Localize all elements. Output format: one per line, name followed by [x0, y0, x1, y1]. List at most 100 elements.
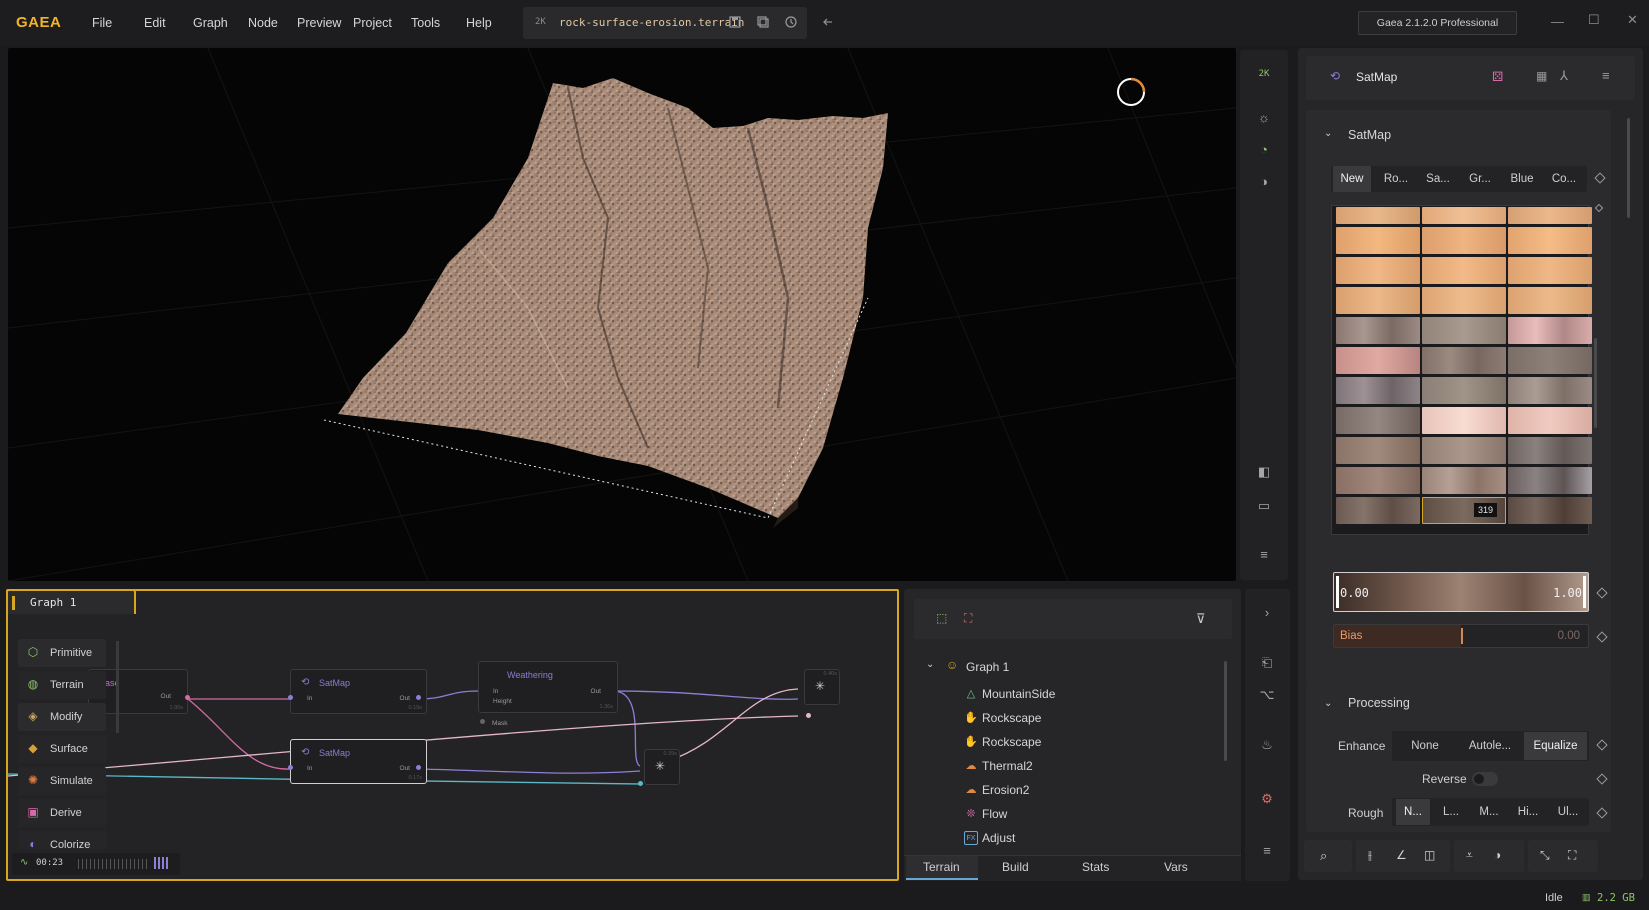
enhance-equalize[interactable]: Equalize — [1524, 732, 1587, 760]
category-color[interactable]: Co... — [1544, 166, 1584, 192]
palette-modify[interactable]: ◈ Modify — [18, 703, 106, 731]
contrast-icon[interactable]: ◑ — [1254, 172, 1274, 192]
deselect-icon[interactable]: ⛶ — [964, 611, 972, 626]
gradient-range-slider[interactable]: 0.00 1.00 — [1333, 572, 1589, 612]
close-icon[interactable]: ✕ — [1627, 12, 1638, 28]
split-view-icon[interactable]: ◧ — [1254, 462, 1274, 482]
swatch[interactable] — [1422, 317, 1506, 344]
enhance-none[interactable]: None — [1394, 732, 1456, 760]
swatch[interactable] — [1336, 497, 1420, 524]
menu-node[interactable]: Node — [248, 16, 278, 30]
swatch[interactable] — [1422, 437, 1506, 464]
tab-stats[interactable]: Stats — [1082, 860, 1109, 874]
collapse-icon[interactable]: ⤡ — [1540, 848, 1550, 863]
input-port[interactable] — [806, 713, 811, 718]
menu-icon[interactable]: ≡ — [1602, 68, 1610, 83]
outliner-menu-icon[interactable]: ≡ — [1257, 841, 1277, 861]
output-port[interactable] — [416, 765, 421, 770]
undo-icon[interactable] — [822, 15, 838, 31]
swatch[interactable] — [1336, 227, 1420, 254]
outliner-item-mountainside[interactable]: △ MountainSide — [967, 687, 1056, 701]
select-icon[interactable]: ⬚ — [936, 611, 947, 625]
reverse-toggle[interactable] — [1472, 772, 1498, 786]
file-resolution[interactable]: 2K — [535, 17, 546, 27]
swatch[interactable] — [1336, 377, 1420, 404]
category-green[interactable]: Gr... — [1460, 166, 1500, 192]
swatch[interactable] — [1508, 407, 1592, 434]
swatch[interactable] — [1508, 257, 1592, 284]
outliner-root[interactable]: Graph 1 — [966, 660, 1009, 674]
bug-icon[interactable]: ⚙ — [1257, 789, 1277, 809]
palette-terrain[interactable]: ◍ Terrain — [18, 671, 106, 699]
tab-graph-1[interactable]: Graph 1 — [6, 589, 136, 614]
menu-preview[interactable]: Preview — [297, 16, 341, 30]
enhance-autolevel[interactable]: Autole... — [1458, 732, 1522, 760]
filter-icon[interactable]: ⊽ — [1196, 611, 1206, 627]
menu-help[interactable]: Help — [466, 16, 492, 30]
input-port[interactable] — [288, 765, 293, 770]
swatch[interactable] — [1336, 257, 1420, 284]
drop-icon[interactable]: ⩡ — [1466, 848, 1473, 863]
menu-project[interactable]: Project — [353, 16, 392, 30]
palette-derive[interactable]: ▣ Derive — [18, 799, 106, 827]
search-icon[interactable]: ⌕ — [1320, 848, 1327, 864]
outliner-item-rockscape[interactable]: ✋ Rockscape — [964, 735, 1041, 749]
outliner-item-erosion2[interactable]: ☁ Erosion2 — [966, 783, 1030, 797]
palette-primitive[interactable]: ⬡ Primitive — [18, 639, 106, 667]
swatch[interactable] — [1336, 467, 1420, 494]
chevron-down-icon[interactable]: ⌄ — [926, 659, 934, 670]
category-new[interactable]: New — [1333, 166, 1371, 192]
swatch[interactable] — [1422, 227, 1506, 254]
properties-scrollbar[interactable] — [1627, 118, 1630, 218]
bias-handle[interactable] — [1461, 628, 1463, 644]
chevron-right-icon[interactable]: › — [1257, 603, 1277, 623]
swatch[interactable] — [1508, 467, 1592, 494]
viewport-menu-icon[interactable]: ≡ — [1254, 545, 1274, 565]
swatch[interactable] — [1508, 317, 1592, 344]
tab-build[interactable]: Build — [1002, 860, 1029, 874]
flame-icon[interactable]: ♨ — [1257, 735, 1277, 755]
maximize-icon[interactable]: ☐ — [1588, 12, 1600, 28]
swatch[interactable] — [1336, 437, 1420, 464]
sun-icon[interactable]: ☼ — [1254, 108, 1274, 128]
swatch-selected[interactable]: 319 — [1422, 497, 1506, 524]
swatch[interactable] — [1422, 207, 1506, 224]
rough-ultra[interactable]: Ul... — [1550, 799, 1586, 825]
dice-icon[interactable]: ⚄ — [1492, 69, 1503, 85]
menu-file[interactable]: File — [92, 16, 112, 30]
save-icon[interactable] — [727, 15, 743, 31]
category-sand[interactable]: Sa... — [1418, 166, 1458, 192]
swatch[interactable] — [1422, 467, 1506, 494]
range-min-handle[interactable] — [1336, 576, 1339, 608]
expand-icon[interactable]: ⛶ — [1568, 848, 1576, 863]
layout-icon[interactable]: ▭ — [1254, 496, 1274, 516]
node-weathering[interactable]: Weathering In Height Out 1.36s — [478, 661, 618, 713]
graph-editor[interactable]: Base Out 1.90s ⟲ SatMap In Out 0.19s ⟲ S… — [6, 589, 899, 881]
outliner-item-thermal2[interactable]: ☁ Thermal2 — [966, 759, 1033, 773]
copy-icon[interactable] — [755, 15, 771, 31]
node-combine[interactable]: ✳ 0.39s — [644, 749, 680, 785]
swatch[interactable] — [1336, 407, 1420, 434]
rough-low[interactable]: L... — [1434, 799, 1468, 825]
swatch[interactable] — [1508, 377, 1592, 404]
swatch[interactable] — [1508, 497, 1592, 524]
tab-vars[interactable]: Vars — [1164, 860, 1188, 874]
bookmark-icon[interactable]: ⎗ — [1257, 653, 1277, 673]
outliner-item-adjust[interactable]: FX Adjust — [964, 831, 1015, 845]
swatch[interactable] — [1508, 227, 1592, 254]
swatch[interactable] — [1508, 437, 1592, 464]
history-icon[interactable] — [783, 15, 799, 31]
node-name[interactable]: SatMap — [1356, 70, 1397, 84]
swatch[interactable] — [1508, 207, 1592, 224]
node-combine[interactable]: ✳ 0.40s — [804, 669, 840, 705]
swatch[interactable] — [1336, 347, 1420, 374]
section-title[interactable]: SatMap — [1348, 128, 1391, 142]
outliner-item-flow[interactable]: ❊ Flow — [966, 807, 1007, 821]
category-blue[interactable]: Blue — [1502, 166, 1542, 192]
resolution-badge[interactable]: 2K — [1254, 64, 1274, 84]
mask-port[interactable] — [480, 719, 485, 724]
rough-high[interactable]: Hi... — [1510, 799, 1546, 825]
swatch[interactable] — [1422, 287, 1506, 314]
align-icon[interactable]: ⫲ — [1368, 848, 1372, 863]
angle-icon[interactable]: ∠ — [1396, 848, 1407, 862]
